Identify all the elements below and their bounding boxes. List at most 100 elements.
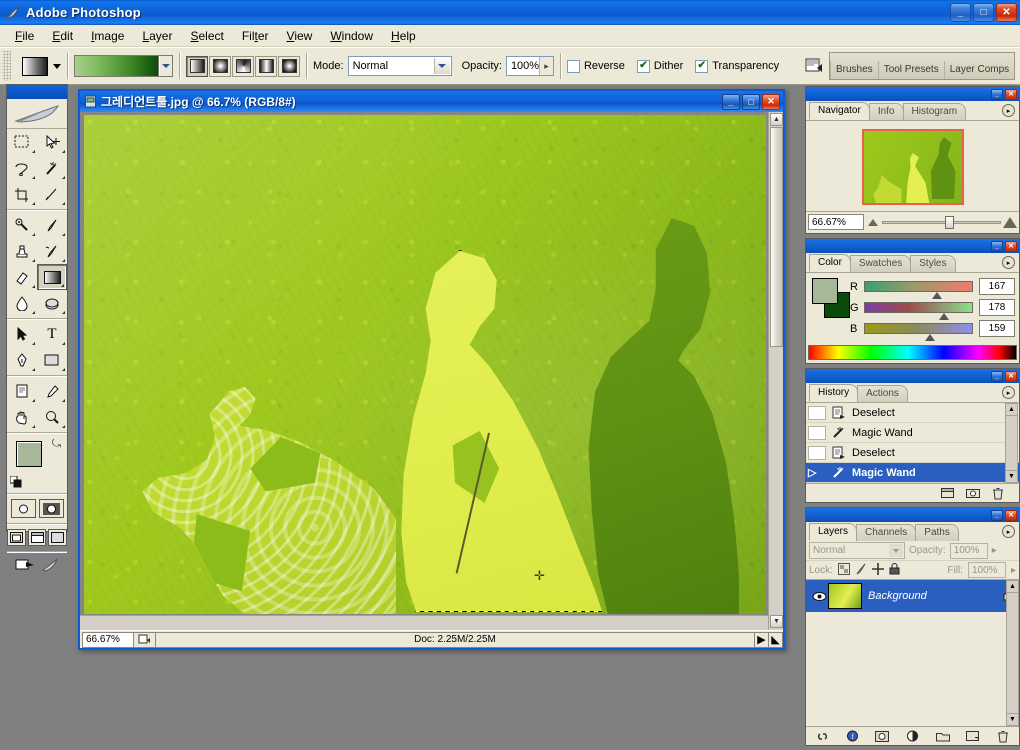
standard-mode-button[interactable] [10,499,36,518]
photoshop-icon[interactable] [41,557,59,576]
brush-tool[interactable] [37,212,67,238]
image-canvas[interactable]: ✛ [84,115,766,614]
layer-fill-input[interactable]: 100% [967,562,1006,578]
layer-mask-icon[interactable] [875,729,890,743]
checkbox-box[interactable]: ✔ [636,59,650,73]
quick-mask-mode-button[interactable] [38,499,64,518]
radial-gradient-button[interactable] [209,55,231,77]
diamond-gradient-button[interactable] [278,55,300,77]
chevron-down-icon[interactable] [433,58,450,74]
tab-histogram[interactable]: Histogram [902,103,967,120]
file-browser-icon[interactable] [802,54,826,78]
chevron-down-icon[interactable] [53,63,61,69]
navigator-close-button[interactable]: ✕ [1005,88,1017,100]
opacity-input[interactable]: 100% ▸ [505,56,554,76]
channel-value-g[interactable]: 178 [979,299,1015,316]
swap-colors-icon[interactable]: ⤿ [52,438,61,451]
navigator-minimize-button[interactable]: _ [991,88,1003,100]
layer-name[interactable]: Background [868,590,927,602]
layer-visibility-eye-icon[interactable] [810,591,828,602]
scroll-up-button[interactable]: ▲ [770,113,783,126]
menu-view[interactable]: View [278,27,322,45]
lock-transparent-pixels-icon[interactable] [837,562,850,578]
menu-image[interactable]: Image [82,27,133,45]
snapshot-source-slot[interactable] [808,445,826,460]
history-state-row-selected[interactable]: ▷ Magic Wand [806,463,1019,483]
jump-to-imageready-icon[interactable] [15,557,37,576]
menu-layer[interactable]: Layer [133,27,181,45]
layer-fill-stepper-icon[interactable]: ▸ [1011,565,1016,576]
link-layers-icon[interactable] [815,729,830,743]
layer-style-icon[interactable]: f [845,729,860,743]
scroll-down-button[interactable]: ▼ [770,615,783,628]
color-close-button[interactable]: ✕ [1005,240,1017,252]
tab-paths[interactable]: Paths [915,524,959,541]
tab-layers[interactable]: Layers [809,523,858,541]
hand-tool[interactable] [7,404,37,430]
layers-palette-menu-icon[interactable]: ▸ [1002,525,1015,538]
navigator-zoom-field[interactable]: 66.67% [808,214,864,230]
menu-select[interactable]: Select [181,27,232,45]
document-title-bar[interactable]: 그레디언트툴.jpg @ 66.7% (RGB/8#) _ □ ✕ [80,91,783,112]
tab-navigator[interactable]: Navigator [809,102,870,120]
options-bar-grip[interactable] [2,51,11,81]
zoom-out-icon[interactable] [868,218,878,226]
layers-vertical-scrollbar[interactable]: ▲ ▼ [1006,580,1019,726]
crop-tool[interactable] [7,181,37,207]
zoom-slider-track[interactable] [882,220,1001,224]
checkbox-box[interactable]: ✔ [695,59,709,73]
lasso-tool[interactable] [7,155,37,181]
history-state-row[interactable]: Magic Wand [806,423,1019,443]
navigator-thumbnail[interactable] [861,129,964,205]
eraser-tool[interactable] [7,264,37,290]
angle-gradient-button[interactable] [232,55,254,77]
clone-stamp-tool[interactable] [7,238,37,264]
default-colors-icon[interactable] [9,475,22,488]
rectangle-tool[interactable] [37,347,67,373]
status-preview-icon[interactable] [134,631,156,648]
menu-file[interactable]: File [6,27,43,45]
layers-scroll-up-button[interactable]: ▲ [1007,581,1018,593]
slider-track-b[interactable] [864,323,973,341]
new-layer-icon[interactable] [965,729,980,743]
menu-window[interactable]: Window [321,27,382,45]
reflected-gradient-button[interactable] [255,55,277,77]
full-screen-mode-button[interactable] [48,529,68,546]
standard-screen-mode-button[interactable] [7,529,26,546]
delete-layer-icon[interactable] [995,729,1010,743]
healing-brush-tool[interactable] [7,212,37,238]
history-vertical-scrollbar[interactable]: ▲ ▼ [1005,403,1018,483]
tab-color[interactable]: Color [809,254,851,272]
layer-blend-mode-select[interactable]: Normal [809,542,905,559]
dodge-tool[interactable] [37,290,67,316]
status-menu-arrow-icon[interactable]: ▶ [755,631,769,648]
dither-checkbox[interactable]: ✔ Dither [636,59,683,73]
type-tool[interactable]: T [37,321,67,347]
new-document-from-state-icon[interactable] [940,486,955,500]
palette-well[interactable]: Brushes Tool Presets Layer Comps [829,52,1015,80]
tab-actions[interactable]: Actions [857,385,908,402]
menu-help[interactable]: Help [382,27,425,45]
history-minimize-button[interactable]: _ [991,370,1003,382]
path-selection-tool[interactable] [7,321,37,347]
maximize-button[interactable]: □ [973,3,994,22]
eyedropper-tool[interactable] [37,378,67,404]
close-button[interactable]: ✕ [996,3,1017,22]
gradient-preview-swatch[interactable] [75,56,159,76]
slider-track-r[interactable] [864,281,973,299]
color-foreground-swatch[interactable] [812,278,838,304]
canvas-vertical-scrollbar[interactable]: ▲ ▼ [768,112,783,630]
pen-tool[interactable] [7,347,37,373]
history-state-row[interactable]: Deselect [806,403,1019,423]
history-scroll-down-button[interactable]: ▼ [1006,470,1017,482]
gradient-picker[interactable] [74,55,173,77]
notes-tool[interactable] [7,378,37,404]
chevron-down-icon[interactable] [889,544,903,557]
vertical-scroll-thumb[interactable] [770,127,783,347]
document-close-button[interactable]: ✕ [762,93,780,110]
magic-wand-tool[interactable] [37,155,67,181]
history-state-row[interactable]: Deselect [806,443,1019,463]
layers-minimize-button[interactable]: _ [991,509,1003,521]
foreground-color-swatch[interactable] [16,441,42,467]
palette-well-tab-layer-comps[interactable]: Layer Comps [943,61,1014,79]
